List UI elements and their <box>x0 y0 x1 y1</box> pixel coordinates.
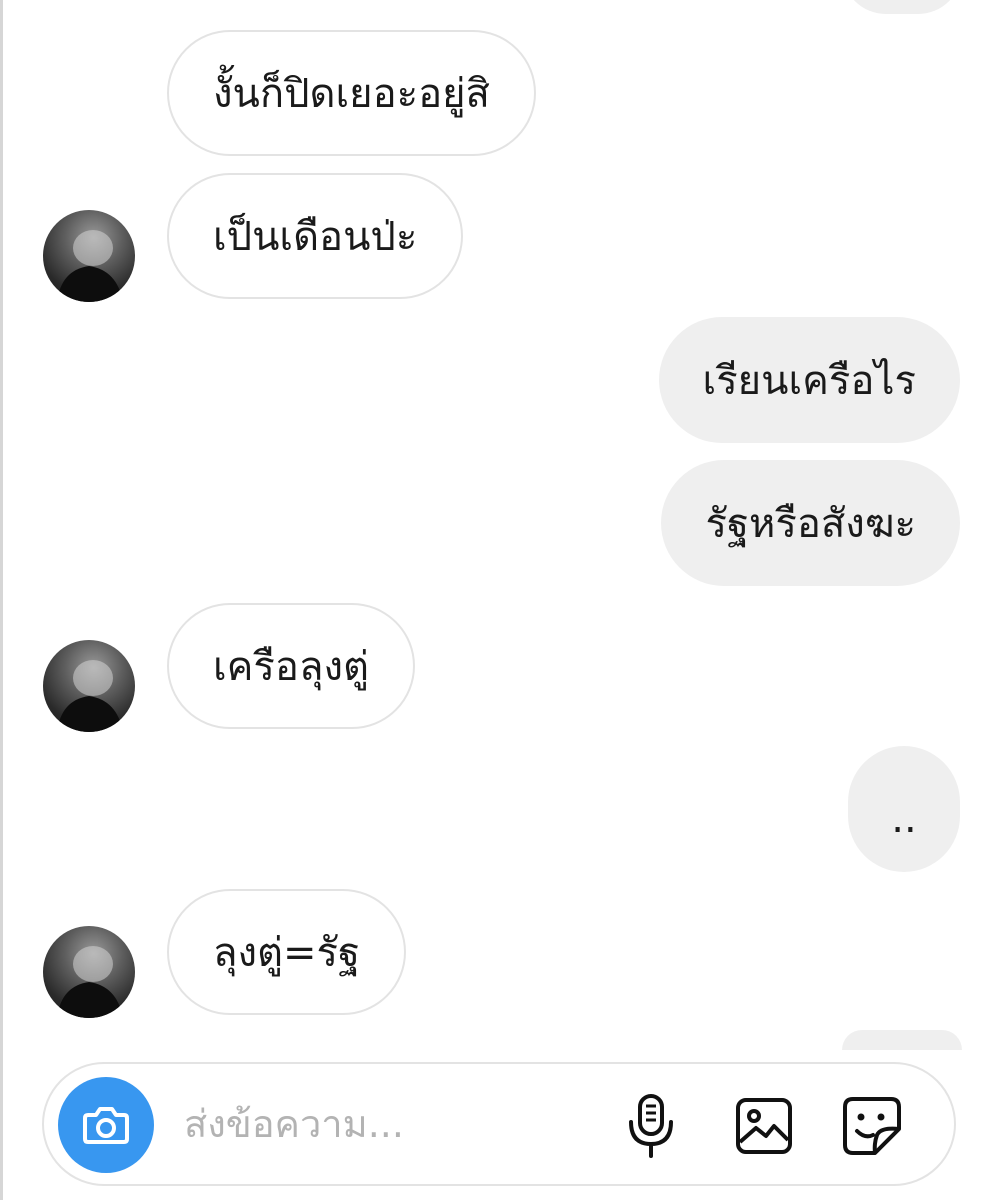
avatar[interactable] <box>43 640 135 732</box>
avatar[interactable] <box>43 210 135 302</box>
message-bubble-incoming[interactable]: เครือลุงตู่ <box>167 603 415 729</box>
microphone-icon <box>629 1094 673 1158</box>
message-text: เครือลุงตู่ <box>213 644 369 690</box>
partial-message-bubble-bottom <box>842 1030 962 1050</box>
message-bubble-incoming[interactable]: งั้นก็ปิดเยอะอยู่สิ <box>167 30 536 156</box>
message-text: .. <box>891 796 917 842</box>
camera-icon <box>83 1107 129 1144</box>
avatar-photo <box>57 660 123 732</box>
avatar[interactable] <box>43 926 135 1018</box>
message-text: รัฐหรือสังฆะ <box>705 501 916 547</box>
message-bubble-outgoing[interactable]: รัฐหรือสังฆะ <box>661 460 960 586</box>
message-text: งั้นก็ปิดเยอะอยู่สิ <box>213 71 490 117</box>
message-input[interactable] <box>184 1094 604 1154</box>
chat-screen: งั้นก็ปิดเยอะอยู่สิ เป็นเดือนป่ะ เรียนเค… <box>0 0 998 1200</box>
message-text: เรียนเครือไร <box>702 358 916 404</box>
message-bubble-outgoing[interactable]: .. <box>848 746 960 872</box>
window-edge <box>0 0 3 1200</box>
avatar-photo <box>57 230 123 302</box>
partial-message-bubble-top <box>842 0 962 14</box>
gallery-icon <box>736 1098 792 1154</box>
message-bubble-incoming[interactable]: ลุงตู่=รัฐ <box>167 889 407 1015</box>
message-bubble-outgoing[interactable]: เรียนเครือไร <box>658 317 960 443</box>
message-bubble-incoming[interactable]: เป็นเดือนป่ะ <box>167 173 464 299</box>
message-text: ลุงตู่=รัฐ <box>213 930 361 976</box>
avatar-photo <box>57 946 123 1018</box>
gallery-button[interactable] <box>732 1094 796 1158</box>
sticker-icon <box>843 1097 901 1155</box>
camera-button[interactable] <box>58 1077 154 1173</box>
message-text: เป็นเดือนป่ะ <box>213 214 418 260</box>
voice-message-button[interactable] <box>619 1094 683 1158</box>
message-composer <box>42 1062 956 1186</box>
sticker-button[interactable] <box>840 1094 904 1158</box>
